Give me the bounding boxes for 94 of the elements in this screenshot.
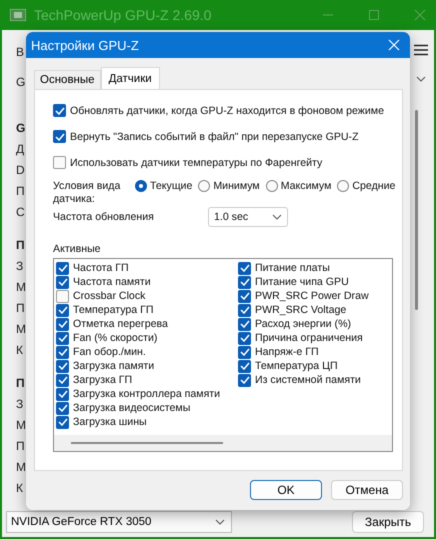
checkbox[interactable] — [56, 262, 69, 274]
chip-icon — [10, 9, 26, 21]
chevron-down-icon — [272, 214, 282, 220]
checkbox[interactable] — [56, 388, 69, 400]
tab[interactable]: Основные — [34, 70, 101, 89]
sensor-label: Fan обор./мин. — [73, 346, 146, 358]
refresh-dropdown[interactable]: 1.0 sec — [208, 207, 288, 227]
chevron-down-icon — [416, 76, 426, 82]
ok-button[interactable]: OK — [250, 480, 322, 500]
field-label: Условия вида датчика: — [53, 180, 122, 206]
radio-button[interactable] — [266, 180, 278, 192]
checkbox[interactable] — [238, 276, 251, 288]
sensor-label: Питание чипа GPU — [255, 276, 349, 288]
row-label: З — [15, 396, 24, 413]
sensor-label: Частота ГП — [73, 262, 129, 274]
checkbox[interactable] — [238, 374, 251, 386]
row-label: К — [15, 342, 23, 359]
cancel-button[interactable]: Отмена — [331, 480, 403, 500]
scrollbar[interactable] — [415, 110, 418, 310]
option-label: Вернуть "Запись событий в файл" при перезапуске GPU-Z — [70, 130, 359, 142]
row-label: З — [15, 258, 24, 275]
checkbox[interactable] — [53, 104, 66, 117]
checkbox[interactable] — [56, 290, 69, 302]
tab[interactable]: Датчики — [100, 67, 160, 89]
option-label: Обновлять датчики, когда GPU-Z находится в фоновом режиме — [70, 104, 384, 116]
checkbox[interactable] — [56, 276, 69, 288]
window-title: TechPowerUp GPU-Z 2.69.0 — [34, 7, 212, 23]
row-label: М — [15, 459, 26, 476]
checkbox[interactable] — [56, 416, 69, 428]
close-button[interactable]: Закрыть — [352, 511, 424, 533]
scrollbar[interactable] — [54, 435, 392, 451]
checkbox[interactable] — [238, 360, 251, 372]
section-heading: П — [15, 375, 25, 392]
option-label: Использовать датчики температуры по Фаренгейту — [70, 156, 322, 168]
chevron-down-icon — [215, 519, 225, 525]
row-label: D — [15, 162, 25, 179]
checkbox[interactable] — [53, 156, 66, 169]
checkbox[interactable] — [56, 374, 69, 386]
checkbox[interactable] — [238, 262, 251, 274]
row-label: М — [15, 279, 26, 296]
sensor-label: Crossbar Clock — [73, 290, 146, 302]
row-label: С — [15, 204, 25, 221]
section-label: Активные — [53, 243, 102, 255]
sensor-label: Частота памяти — [73, 276, 151, 288]
checkbox[interactable] — [56, 332, 69, 344]
checkbox[interactable] — [238, 346, 251, 358]
checkbox[interactable] — [56, 346, 69, 358]
sensor-label: Напряж-е ГП — [255, 346, 319, 358]
field-label: Частота обновления — [53, 211, 155, 223]
dialog-title: Настройки GPU-Z — [31, 38, 139, 52]
checkbox[interactable] — [53, 130, 66, 143]
menu-icon[interactable] — [414, 44, 428, 56]
checkbox[interactable] — [238, 318, 251, 330]
sensor-label: Загрузка шины — [73, 416, 147, 428]
sensor-label: Загрузка памяти — [73, 360, 154, 372]
checkbox[interactable] — [56, 304, 69, 316]
row-label: М — [15, 321, 26, 338]
sensor-label: Температура ЦП — [255, 360, 338, 372]
radio-button[interactable] — [135, 180, 147, 192]
sensor-label: Fan (% скорости) — [73, 332, 158, 344]
checkbox[interactable] — [238, 290, 251, 302]
radio-button[interactable] — [198, 180, 210, 192]
checkbox[interactable] — [56, 318, 69, 330]
row-label: К — [15, 480, 23, 497]
sensor-label: PWR_SRC Power Draw — [255, 290, 369, 302]
section-heading: П — [15, 237, 25, 254]
checkbox[interactable] — [56, 360, 69, 372]
radio-label: Минимум — [213, 180, 260, 192]
radio-label: Максимум — [280, 180, 332, 192]
sensor-label: Из системной памяти — [255, 374, 361, 386]
tab[interactable]: В — [12, 42, 24, 72]
sensor-label: Расход энергии (%) — [255, 318, 352, 330]
sensor-label: Загрузка контроллера памяти — [73, 388, 220, 400]
checkbox[interactable] — [238, 304, 251, 316]
gpu-dropdown[interactable]: NVIDIA GeForce RTX 3050 — [6, 511, 232, 533]
section-heading: G — [15, 120, 26, 137]
checkbox[interactable] — [56, 402, 69, 414]
sensor-label: Отметка перегрева — [73, 318, 168, 330]
sensor-label: Причина ограничения — [255, 332, 363, 344]
row-label: М — [15, 417, 26, 434]
row-label: П — [15, 183, 25, 200]
checkbox[interactable] — [238, 332, 251, 344]
radio-button[interactable] — [337, 180, 350, 192]
sensor-label: Температура ГП — [73, 304, 154, 316]
radio-label: Текущие — [150, 180, 192, 192]
dropdown-field[interactable]: G — [12, 72, 26, 96]
radio-label: Средние — [352, 180, 396, 192]
row-label: Д — [15, 141, 24, 158]
row-label: П — [15, 300, 25, 317]
sensor-label: Загрузка ГП — [73, 374, 132, 386]
sensor-label: Питание платы — [255, 262, 330, 274]
row-label: П — [15, 438, 25, 455]
sensor-label: Загрузка видеосистемы — [73, 402, 190, 414]
sensor-label: PWR_SRC Voltage — [255, 304, 346, 316]
